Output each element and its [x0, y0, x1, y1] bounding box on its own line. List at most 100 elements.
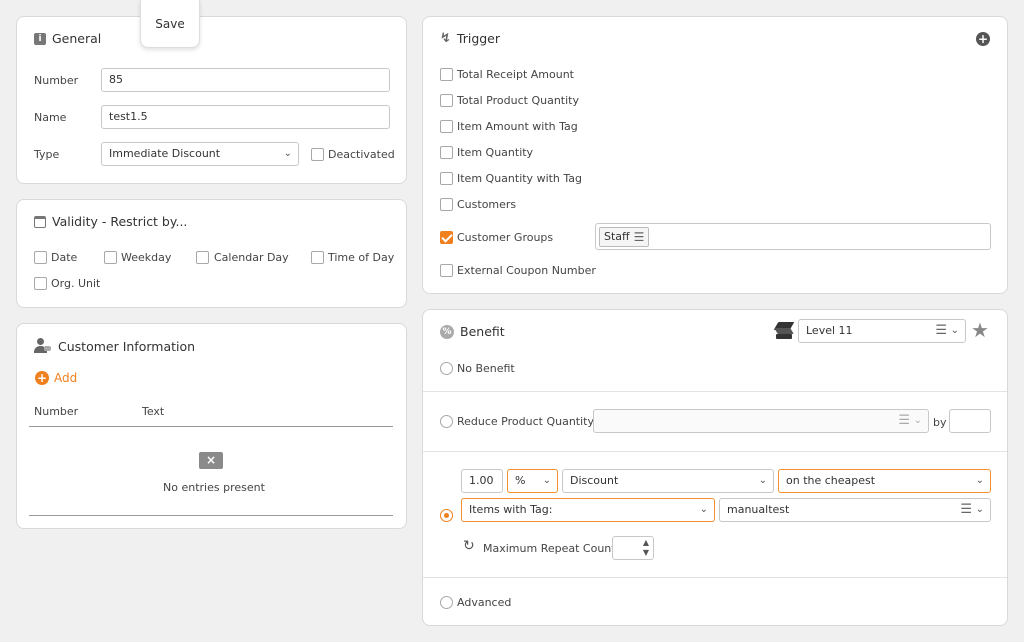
trigger-item-amount-with-tag-label: Item Amount with Tag: [457, 120, 578, 133]
validity-title-text: Validity - Restrict by...: [52, 214, 188, 229]
max-repeat-count-label: Maximum Repeat Count: [483, 542, 616, 555]
empty-folder-icon: ×: [199, 452, 223, 469]
discount-benefit-radio[interactable]: [440, 509, 453, 522]
chevron-down-icon: ⌄: [758, 475, 767, 486]
info-icon: i: [34, 32, 46, 45]
table-footer-divider: [29, 515, 393, 516]
cheapest-select[interactable]: on the cheapest ⌄: [778, 469, 991, 493]
menu-icon: ☰: [960, 502, 972, 517]
benefit-divider-2: [423, 451, 1007, 452]
chevron-down-icon: ⌄: [699, 504, 708, 515]
no-benefit-radio[interactable]: [440, 362, 453, 375]
name-label: Name: [34, 111, 67, 124]
trigger-item-quantity-checkbox[interactable]: [440, 146, 453, 159]
benefit-divider-1: [423, 391, 1007, 392]
by-label: by: [933, 416, 947, 429]
trigger-item-amount-with-tag-checkbox[interactable]: [440, 120, 453, 133]
unit-select[interactable]: % ⌄: [507, 469, 558, 493]
level-select-value: Level 11: [806, 324, 853, 337]
trigger-item-quantity-with-tag-label: Item Quantity with Tag: [457, 172, 583, 185]
amount-field[interactable]: 1.00: [461, 469, 503, 493]
number-field[interactable]: 85: [101, 68, 390, 92]
trigger-item-quantity-with-tag-checkbox[interactable]: [440, 172, 453, 185]
benefit-divider-3: [423, 577, 1007, 578]
trigger-total-receipt-amount-checkbox[interactable]: [440, 68, 453, 81]
column-header-text: Text: [142, 405, 165, 418]
unit-select-value: %: [515, 474, 526, 487]
type-select[interactable]: Immediate Discount ⌄: [101, 142, 299, 166]
validity-weekday-checkbox[interactable]: [104, 251, 117, 264]
save-button[interactable]: Save: [140, 0, 200, 48]
advanced-label: Advanced: [457, 596, 512, 609]
table-header-divider: [29, 426, 393, 427]
repeat-icon: ↻: [463, 538, 475, 554]
items-with-tag-select[interactable]: Items with Tag: ⌄: [461, 498, 715, 522]
items-with-tag-value: Items with Tag:: [469, 503, 553, 516]
level-select[interactable]: Level 11 ☰ ⌄: [798, 319, 966, 343]
reduce-product-quantity-label: Reduce Product Quantity: [457, 415, 594, 428]
validity-org-unit-checkbox[interactable]: [34, 277, 47, 290]
cheapest-select-value: on the cheapest: [786, 474, 876, 487]
type-select-value: Immediate Discount: [109, 147, 221, 160]
menu-icon: ☰: [633, 230, 645, 244]
validity-org-unit-label: Org. Unit: [51, 277, 101, 290]
deactivated-checkbox[interactable]: [311, 148, 324, 161]
general-card: i General Number 85 Name test1.5 Type Im…: [16, 16, 407, 184]
chevron-down-icon: ⌄: [913, 415, 922, 426]
type-label: Type: [34, 148, 60, 161]
add-trigger-icon[interactable]: +: [976, 32, 990, 46]
customer-info-title-text: Customer Information: [58, 338, 196, 354]
validity-calendar-day-checkbox[interactable]: [196, 251, 209, 264]
trigger-title: ↯ Trigger: [440, 31, 500, 46]
trigger-customer-groups-label: Customer Groups: [457, 231, 554, 244]
trigger-external-coupon-number-label: External Coupon Number: [457, 264, 596, 277]
trigger-customer-groups-checkbox[interactable]: [440, 231, 453, 244]
menu-icon: ☰: [935, 323, 947, 338]
trigger-total-product-quantity-label: Total Product Quantity: [457, 94, 579, 107]
calendar-icon: [34, 215, 46, 228]
chevron-down-icon: ⌄: [950, 325, 959, 336]
reduce-product-select[interactable]: ☰ ⌄: [593, 409, 929, 433]
chevron-down-icon: ⌄: [975, 475, 984, 486]
name-field[interactable]: test1.5: [101, 105, 390, 129]
save-button-label: Save: [155, 17, 185, 31]
general-title-text: General: [52, 31, 102, 46]
reduce-product-quantity-radio[interactable]: [440, 415, 453, 428]
stepper-arrows-icon[interactable]: ▲ ▼: [643, 538, 649, 558]
customer-info-card: Customer Information + Add Number Text ×…: [16, 323, 407, 529]
trigger-customers-checkbox[interactable]: [440, 198, 453, 211]
customer-group-chip[interactable]: Staff ☰: [599, 227, 650, 247]
customer-groups-field[interactable]: Staff ☰: [595, 223, 991, 250]
trigger-external-coupon-number-checkbox[interactable]: [440, 264, 453, 277]
column-header-number: Number: [34, 405, 79, 418]
trigger-card: ↯ Trigger + Total Receipt Amount Total P…: [422, 16, 1008, 294]
advanced-radio[interactable]: [440, 596, 453, 609]
benefit-title: % Benefit: [440, 324, 505, 339]
trigger-customers-label: Customers: [457, 198, 517, 211]
reduce-by-field[interactable]: [949, 409, 991, 433]
trigger-item-quantity-label: Item Quantity: [457, 146, 534, 159]
plus-circle-icon: +: [35, 371, 49, 385]
chevron-down-icon: ⌄: [975, 504, 984, 515]
chevron-down-icon: ⌄: [542, 475, 551, 486]
tag-select[interactable]: manualtest ☰ ⌄: [719, 498, 991, 522]
empty-state-text: No entries present: [163, 481, 265, 494]
trigger-total-receipt-amount-label: Total Receipt Amount: [457, 68, 574, 81]
validity-time-of-day-checkbox[interactable]: [311, 251, 324, 264]
add-entry-button[interactable]: + Add: [35, 371, 77, 385]
trigger-title-text: Trigger: [456, 31, 501, 46]
user-icon: [34, 338, 52, 354]
max-repeat-count-stepper[interactable]: ▲ ▼: [612, 536, 654, 560]
validity-date-label: Date: [51, 251, 78, 264]
discount-type-value: Discount: [570, 474, 619, 487]
discount-type-select[interactable]: Discount ⌄: [562, 469, 774, 493]
validity-calendar-day-label: Calendar Day: [214, 251, 289, 264]
deactivated-label: Deactivated: [328, 148, 395, 161]
validity-date-checkbox[interactable]: [34, 251, 47, 264]
trigger-total-product-quantity-checkbox[interactable]: [440, 94, 453, 107]
no-benefit-label: No Benefit: [457, 362, 515, 375]
validity-title: Validity - Restrict by...: [34, 214, 187, 229]
add-entry-label: Add: [54, 371, 78, 385]
benefit-card: % Benefit Level 11 ☰ ⌄ ★ No Benefit Redu…: [422, 309, 1008, 626]
star-icon[interactable]: ★: [971, 319, 989, 341]
